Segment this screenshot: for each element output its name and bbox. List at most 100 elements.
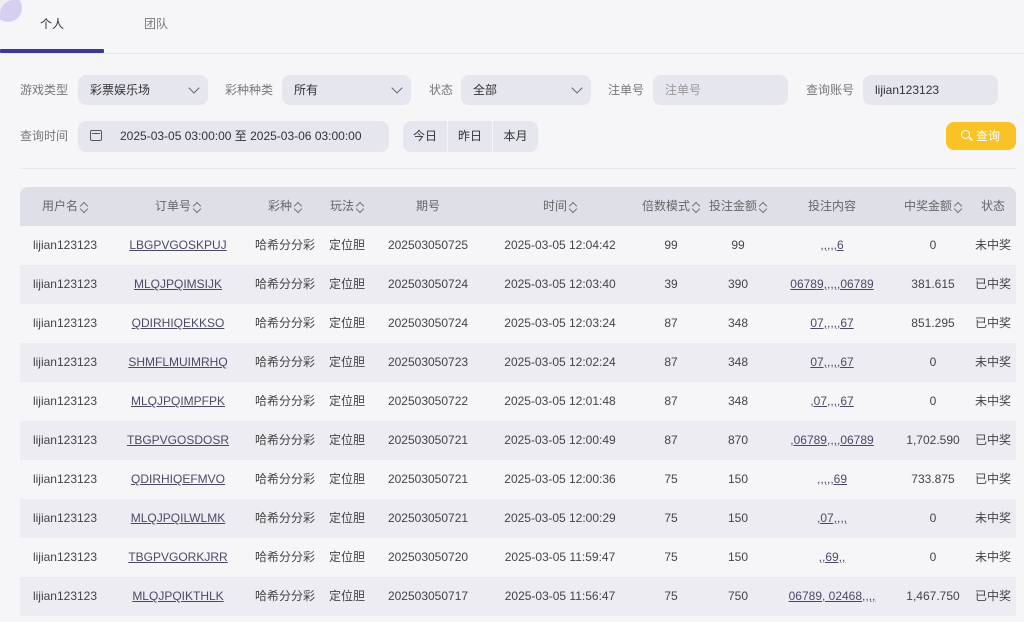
cell-order-no[interactable]: QDIRHIQEKKSO: [112, 304, 244, 343]
lottery-kind-label: 彩种种类: [225, 83, 274, 97]
order-no-link[interactable]: LBGPVGOSKPUJ: [129, 238, 226, 252]
cell-play: 定位胆: [328, 511, 365, 525]
bet-content-link[interactable]: ,,,,,69: [817, 472, 847, 486]
cell-order-no[interactable]: TBGPVGOSDOSR: [112, 421, 244, 460]
account-input[interactable]: lijian123123: [863, 75, 998, 105]
sort-icon[interactable]: [954, 201, 962, 213]
cell-play: 定位胆: [328, 550, 365, 564]
header-order-no[interactable]: 订单号: [112, 187, 244, 226]
bet-content-link[interactable]: ,,69,,: [819, 550, 846, 564]
chevron-down-icon: [571, 82, 583, 94]
cell-lottery: 哈希分分彩: [254, 394, 315, 408]
bet-content-link[interactable]: ,07,,,,67: [810, 394, 853, 408]
cell-order-no[interactable]: QDIRHIQEFMVO: [112, 460, 244, 499]
order-no-link[interactable]: MLQJPQIMPFPK: [131, 394, 225, 408]
cell-order-no[interactable]: TBGPVGORKJRR: [112, 538, 244, 577]
cell-multiplier: 87: [664, 433, 678, 447]
order-no-link[interactable]: MLQJPQIKTHLK: [132, 589, 223, 603]
table-body: lijian123123 LBGPVGOSKPUJ 哈希分分彩定位胆 20250305…: [20, 226, 1016, 616]
cell-bet-content[interactable]: ,07,,,,: [772, 499, 892, 538]
bet-content-link[interactable]: ,,,,,6: [820, 238, 843, 252]
cell-username: lijian123123: [32, 433, 98, 447]
header-lottery[interactable]: 彩种: [250, 187, 320, 226]
sort-icon[interactable]: [569, 201, 577, 213]
lottery-kind-select[interactable]: 所有: [282, 75, 411, 105]
cell-order-no[interactable]: MLQJPQIMSIJK: [112, 265, 244, 304]
cell-status: 已中奖: [974, 316, 1011, 330]
game-type-value: 彩票娱乐场: [90, 83, 151, 97]
sort-icon[interactable]: [193, 201, 201, 213]
cell-bet-content[interactable]: ,,69,,: [772, 538, 892, 577]
cell-username: lijian123123: [32, 472, 98, 486]
cell-issue: 202503050723: [387, 355, 469, 369]
order-no-link[interactable]: QDIRHIQEKKSO: [132, 316, 225, 330]
sort-icon[interactable]: [356, 201, 364, 213]
cell-order-no[interactable]: SHMFLMUIMRHQ: [112, 343, 244, 382]
search-button[interactable]: 查询: [946, 122, 1016, 150]
cell-bet-content[interactable]: ,07,,,,67: [772, 382, 892, 421]
order-no-link[interactable]: TBGPVGOSDOSR: [127, 433, 229, 447]
header-play[interactable]: 玩法: [322, 187, 372, 226]
order-no-label: 注单号: [608, 83, 645, 97]
tab-team[interactable]: 团队: [104, 0, 208, 54]
header-bet-content: 投注内容: [807, 199, 856, 213]
cell-order-no[interactable]: LBGPVGOSKPUJ: [112, 226, 244, 265]
bet-content-link[interactable]: ,06789,,,,06789: [790, 433, 873, 447]
table-row: lijian123123 MLQJPQIKTHLK 哈希分分彩 定位胆 20250305…: [20, 577, 1016, 616]
order-no-link[interactable]: MLQJPQIMSIJK: [134, 277, 222, 291]
quick-month-button[interactable]: 本月: [493, 121, 538, 152]
sort-icon[interactable]: [80, 201, 88, 213]
cell-bet-content[interactable]: 06789, 02468,,,,: [772, 577, 892, 616]
table-row: lijian123123 MLQJPQILWLMK 哈希分分彩 定位胆 20250305…: [20, 499, 1016, 538]
header-time[interactable]: 时间: [490, 187, 630, 226]
cell-order-no[interactable]: MLQJPQIMPFPK: [112, 382, 244, 421]
quick-today-button[interactable]: 今日: [403, 121, 448, 152]
order-no-link[interactable]: SHMFLMUIMRHQ: [128, 355, 227, 369]
cell-order-no[interactable]: MLQJPQIKTHLK: [112, 577, 244, 616]
cell-bet-content[interactable]: 07,,,,,67: [772, 343, 892, 382]
bet-content-link[interactable]: 07,,,,,67: [810, 355, 853, 369]
sort-icon[interactable]: [294, 201, 302, 213]
cell-order-no[interactable]: MLQJPQILWLMK: [112, 499, 244, 538]
header-username[interactable]: 用户名: [20, 187, 110, 226]
cell-time: 2025-03-05 12:02:24: [504, 355, 616, 369]
cell-status: 已中奖: [974, 472, 1011, 486]
cell-multiplier: 75: [664, 589, 678, 603]
table-row: lijian123123 LBGPVGOSKPUJ 哈希分分彩 定位胆 20250305…: [20, 226, 1016, 265]
sort-icon[interactable]: [759, 201, 767, 213]
cell-issue: 202503050721: [387, 433, 469, 447]
cell-bet-amount: 870: [727, 433, 749, 447]
cell-username: lijian123123: [32, 394, 98, 408]
cell-bet-content[interactable]: 06789,,,,,06789: [772, 265, 892, 304]
bet-content-link[interactable]: 07,,,,,67: [810, 316, 853, 330]
cell-bet-content[interactable]: 07,,,,,67: [772, 304, 892, 343]
cell-win-amount: 0: [929, 238, 937, 252]
cell-time: 2025-03-05 12:04:42: [504, 238, 616, 252]
cell-username: lijian123123: [32, 316, 98, 330]
cell-win-amount: 733.875: [911, 472, 955, 486]
cell-time: 2025-03-05 12:03:24: [504, 316, 616, 330]
cell-bet-content[interactable]: ,,,,,69: [772, 460, 892, 499]
header-multiplier[interactable]: 倍数模式: [638, 187, 704, 226]
order-no-input[interactable]: 注单号: [653, 75, 788, 105]
bet-content-link[interactable]: 06789,,,,,06789: [790, 277, 873, 291]
order-no-link[interactable]: TBGPVGORKJRR: [128, 550, 227, 564]
header-win-amount[interactable]: 中奖金额: [890, 187, 976, 226]
cell-win-amount: 851.295: [911, 316, 955, 330]
bet-content-link[interactable]: ,07,,,,: [817, 511, 847, 525]
cell-bet-content[interactable]: ,,,,,6: [772, 226, 892, 265]
sort-icon[interactable]: [692, 201, 700, 213]
bet-content-link[interactable]: 06789, 02468,,,,: [789, 589, 876, 603]
game-type-select[interactable]: 彩票娱乐场: [78, 75, 208, 105]
order-no-link[interactable]: QDIRHIQEFMVO: [131, 472, 225, 486]
quick-yesterday-button[interactable]: 昨日: [448, 121, 493, 152]
tab-bar: 个人 团队: [0, 0, 1024, 54]
date-range-picker[interactable]: 2025-03-05 03:00:00 至 2025-03-06 03:00:0…: [78, 121, 389, 152]
header-bet-amount[interactable]: 投注金额: [708, 187, 768, 226]
cell-bet-content[interactable]: ,06789,,,,06789: [772, 421, 892, 460]
order-no-link[interactable]: MLQJPQILWLMK: [131, 511, 225, 525]
date-range-value: 2025-03-05 03:00:00 至 2025-03-06 03:00:0…: [120, 129, 362, 143]
status-select[interactable]: 全部: [461, 75, 591, 105]
game-type-label: 游戏类型: [20, 83, 69, 97]
tab-personal[interactable]: 个人: [0, 0, 104, 54]
